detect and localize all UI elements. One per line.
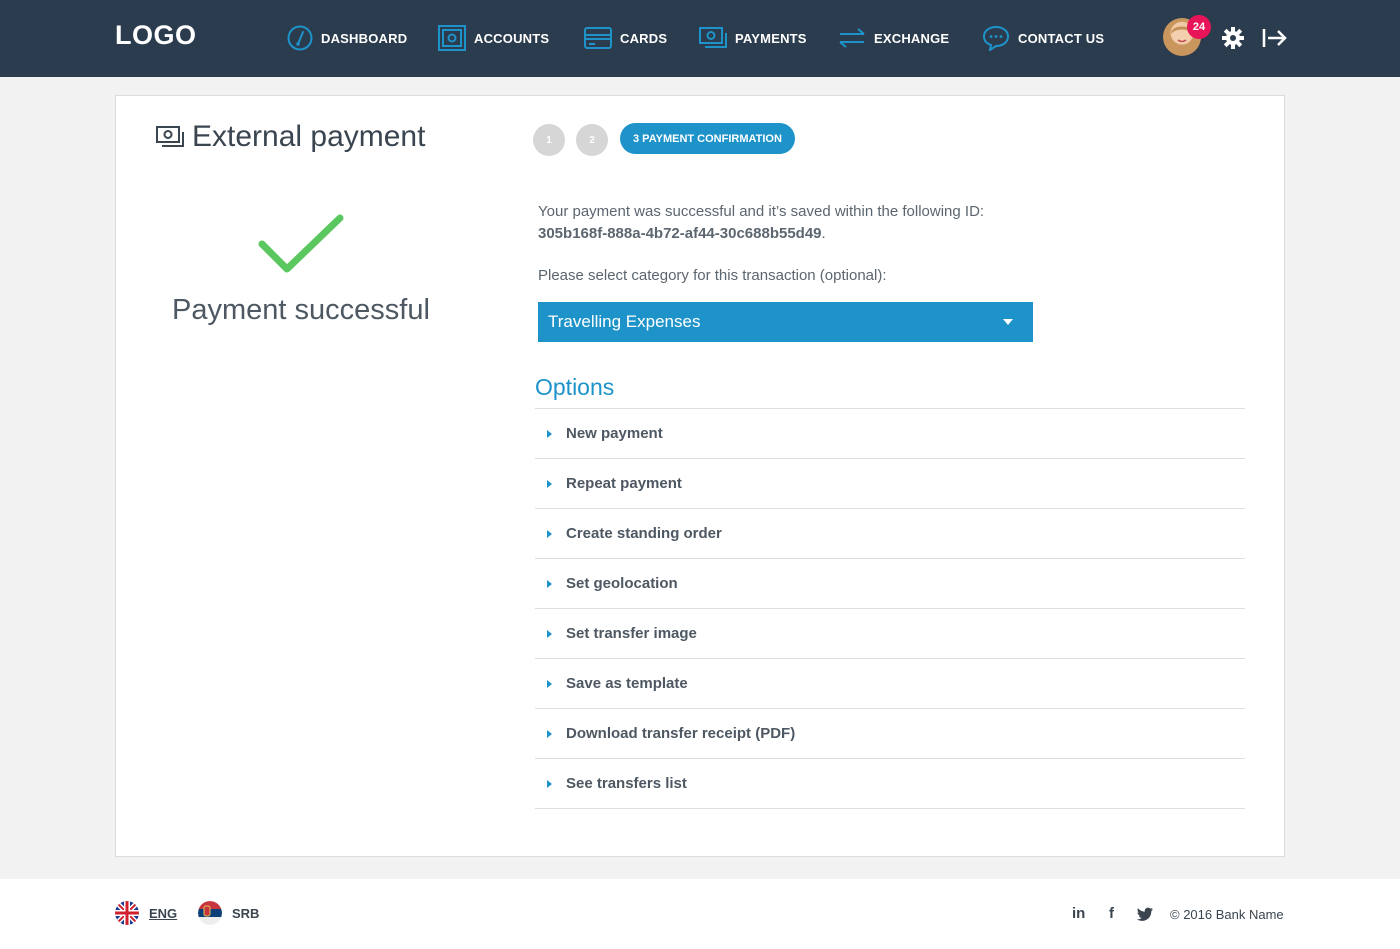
triangle-right-icon: [547, 579, 552, 588]
language-eng[interactable]: ENG: [115, 901, 177, 925]
transaction-id-line: 305b168f-888a-4b72-af44-30c688b55d49.: [538, 223, 984, 245]
language-srb-label: SRB: [232, 905, 260, 921]
nav-exchange-label: EXCHANGE: [874, 30, 950, 46]
top-navigation-bar: LOGO DASHBOARD ACCOUNTS CARDS PAYMENTS E…: [0, 0, 1400, 77]
page-title: External payment: [156, 120, 425, 154]
uk-flag-icon: [115, 901, 139, 925]
card-icon: [584, 27, 612, 49]
transaction-id: 305b168f-888a-4b72-af44-30c688b55d49: [538, 225, 822, 242]
options-title: Options: [535, 374, 615, 400]
option-see-transfers-list[interactable]: See transfers list: [535, 759, 1245, 809]
nav-payments-label: PAYMENTS: [735, 30, 807, 46]
gear-icon: [1222, 27, 1244, 49]
language-eng-label: ENG: [149, 905, 178, 921]
category-label: Please select category for this transact…: [538, 267, 887, 284]
notification-badge[interactable]: 24: [1187, 15, 1211, 39]
triangle-right-icon: [547, 729, 552, 738]
option-label: Set geolocation: [566, 575, 678, 592]
triangle-right-icon: [547, 779, 552, 788]
transaction-id-suffix: .: [821, 225, 826, 242]
option-label: Save as template: [566, 675, 688, 692]
option-label: New payment: [566, 425, 663, 442]
option-repeat-payment[interactable]: Repeat payment: [535, 459, 1245, 509]
step-3-active[interactable]: 3 PAYMENT CONFIRMATION: [620, 123, 795, 154]
nav-accounts[interactable]: ACCOUNTS: [438, 22, 549, 54]
option-download-receipt[interactable]: Download transfer receipt (PDF): [535, 709, 1245, 759]
success-check: [256, 214, 346, 285]
triangle-right-icon: [547, 679, 552, 688]
option-label: Create standing order: [566, 525, 722, 542]
triangle-right-icon: [547, 429, 552, 438]
success-message: Your payment was successful and it’s sav…: [538, 201, 984, 245]
option-create-standing-order[interactable]: Create standing order: [535, 509, 1245, 559]
checkmark-icon: [258, 214, 344, 273]
step-1[interactable]: 1: [533, 124, 565, 156]
option-new-payment[interactable]: New payment: [535, 409, 1245, 459]
option-label: Set transfer image: [566, 625, 697, 642]
triangle-right-icon: [547, 629, 552, 638]
payment-confirmation-panel: External payment Payment successful 1 2 …: [115, 95, 1285, 857]
twitter-bird-icon: [1137, 907, 1153, 921]
payment-status: Payment successful: [172, 294, 430, 326]
nav-dashboard-label: DASHBOARD: [321, 30, 408, 46]
triangle-right-icon: [547, 479, 552, 488]
option-set-transfer-image[interactable]: Set transfer image: [535, 609, 1245, 659]
chat-bubble-icon: [982, 25, 1010, 51]
gauge-icon: [287, 25, 313, 51]
footer: ENG SRB in f © 2016 Bank Name: [0, 879, 1400, 949]
category-select[interactable]: Travelling Expenses: [538, 302, 1033, 342]
nav-contact-us[interactable]: CONTACT US: [982, 22, 1104, 54]
page-title-text: External payment: [192, 120, 426, 153]
nav-cards[interactable]: CARDS: [584, 22, 667, 54]
copyright: © 2016 Bank Name: [1170, 907, 1284, 922]
nav-payments[interactable]: PAYMENTS: [699, 22, 807, 54]
nav-dashboard[interactable]: DASHBOARD: [287, 22, 407, 54]
nav-accounts-label: ACCOUNTS: [474, 30, 550, 46]
option-save-as-template[interactable]: Save as template: [535, 659, 1245, 709]
settings-button[interactable]: [1221, 26, 1245, 50]
money-icon: [699, 27, 727, 48]
nav-exchange[interactable]: EXCHANGE: [838, 22, 949, 54]
options-list: New payment Repeat payment Create standi…: [535, 408, 1245, 809]
option-label: Download transfer receipt (PDF): [566, 725, 796, 742]
exchange-arrows-icon: [839, 28, 865, 48]
option-set-geolocation[interactable]: Set geolocation: [535, 559, 1245, 609]
logout-button[interactable]: [1262, 26, 1287, 50]
money-icon: [156, 126, 184, 147]
step-2[interactable]: 2: [576, 124, 608, 156]
success-message-text: Your payment was successful and it’s sav…: [538, 203, 985, 220]
option-label: Repeat payment: [566, 475, 682, 492]
category-selected-value: Travelling Expenses: [548, 312, 701, 331]
language-srb[interactable]: SRB: [198, 901, 259, 925]
option-label: See transfers list: [566, 775, 687, 792]
nav-cards-label: CARDS: [620, 30, 668, 46]
caret-down-icon: [1003, 319, 1013, 325]
safe-icon: [438, 25, 466, 51]
serbia-flag-icon: [198, 901, 222, 925]
nav-contact-us-label: CONTACT US: [1018, 30, 1105, 46]
facebook-icon[interactable]: f: [1109, 905, 1114, 922]
linkedin-icon[interactable]: in: [1072, 905, 1085, 922]
twitter-icon[interactable]: [1137, 907, 1153, 925]
logo[interactable]: LOGO: [115, 20, 197, 51]
triangle-right-icon: [547, 529, 552, 538]
logout-icon: [1262, 29, 1287, 47]
